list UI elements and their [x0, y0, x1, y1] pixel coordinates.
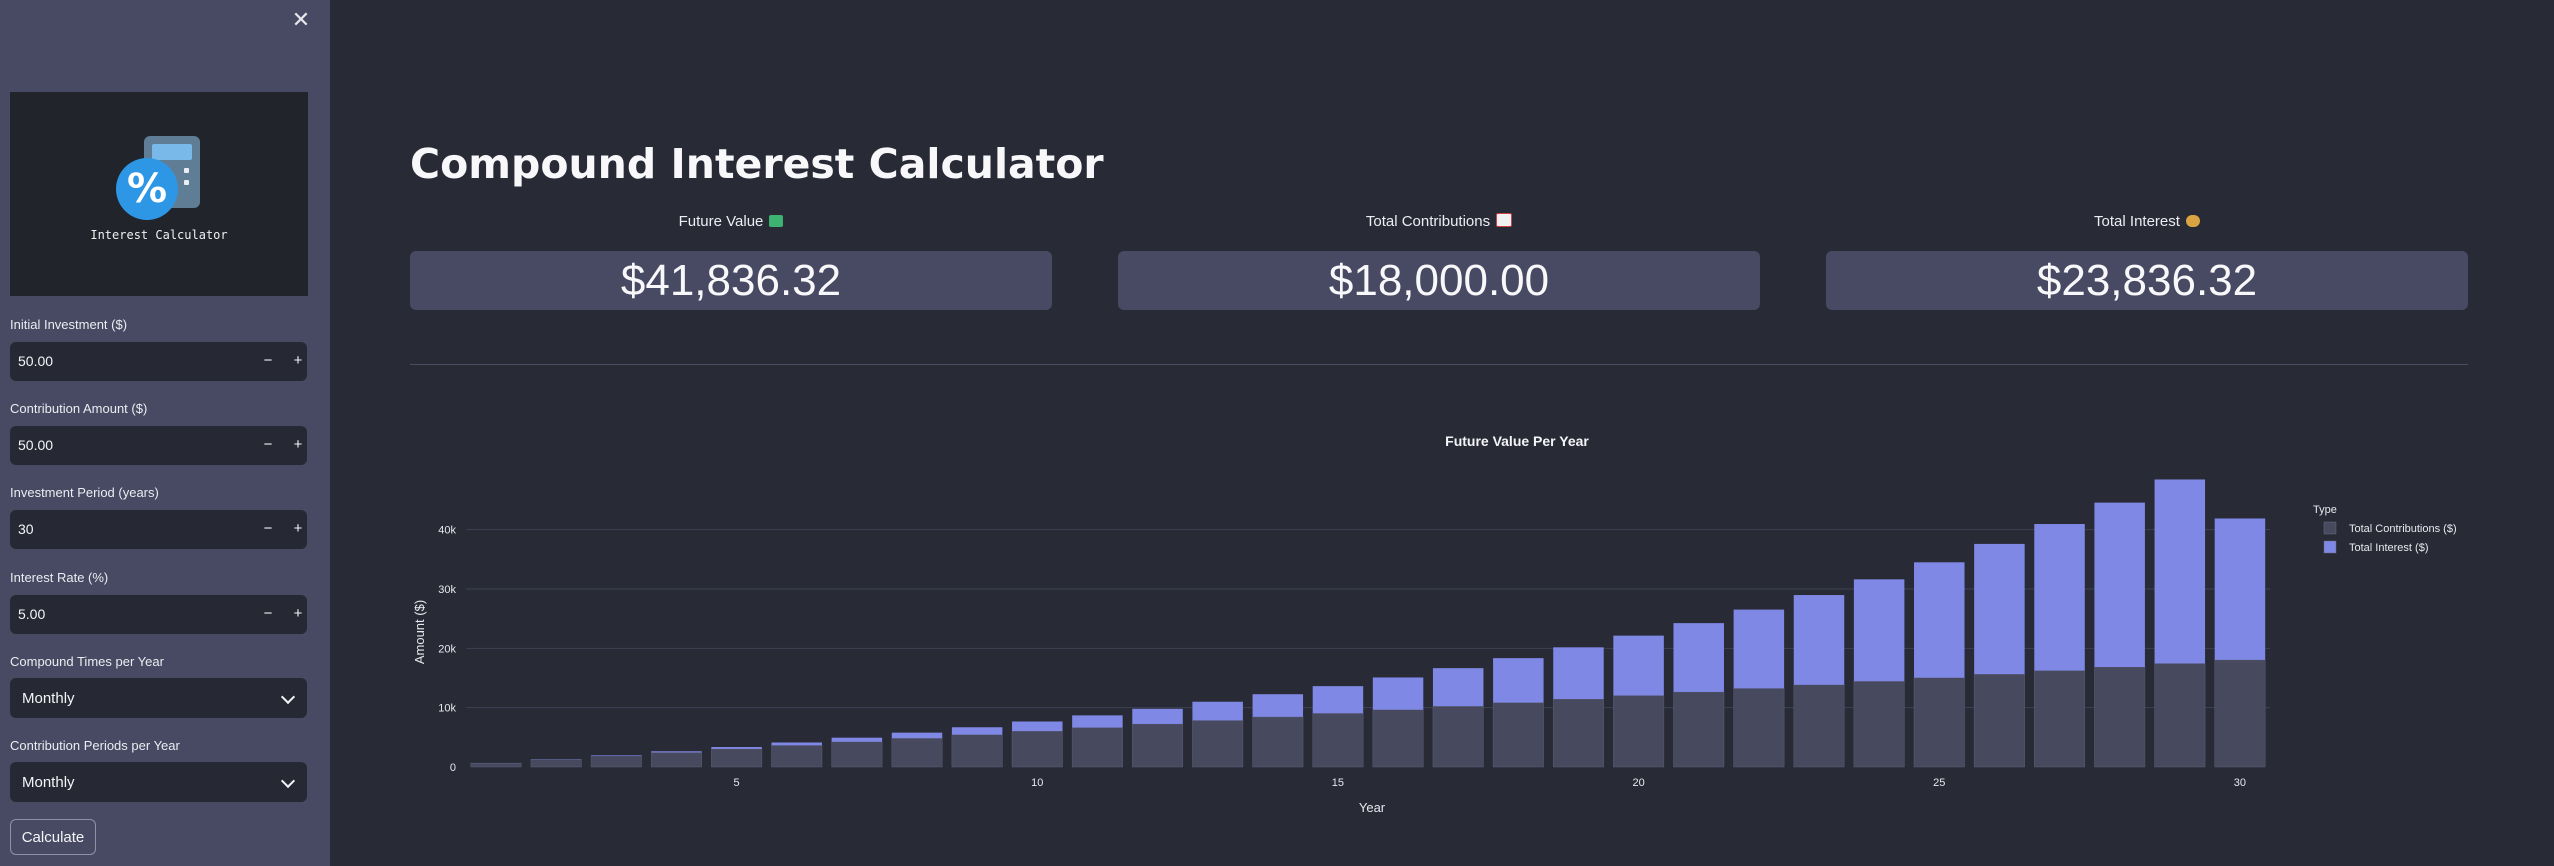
bar-interest[interactable]	[891, 732, 943, 739]
y-tick-label: 40k	[438, 525, 456, 537]
bar-interest[interactable]	[1853, 579, 1905, 682]
x-tick-label: 10	[1031, 777, 1043, 789]
bar-interest[interactable]	[1914, 562, 1965, 678]
bar-contributions[interactable]	[1733, 688, 1785, 768]
bar-interest[interactable]	[2214, 518, 2266, 660]
bar-interest[interactable]	[711, 747, 762, 749]
bar-contributions[interactable]	[1252, 716, 1304, 768]
bar-contributions[interactable]	[470, 762, 522, 768]
x-axis-label: Year	[1359, 800, 1386, 815]
bar-interest[interactable]	[771, 742, 822, 746]
y-tick-label: 0	[450, 762, 456, 774]
bar-contributions[interactable]	[1071, 727, 1123, 768]
bar-interest[interactable]	[1793, 595, 1845, 685]
bar-contributions[interactable]	[2034, 670, 2086, 768]
bar-interest[interactable]	[2094, 502, 2145, 668]
legend-swatch[interactable]	[2323, 521, 2337, 535]
bar-interest[interactable]	[1372, 677, 1424, 710]
bar-contributions[interactable]	[1793, 684, 1845, 768]
bar-interest[interactable]	[1432, 668, 1484, 707]
x-tick-label: 5	[734, 777, 740, 789]
bar-interest[interactable]	[591, 755, 642, 757]
bar-interest[interactable]	[2034, 524, 2085, 671]
bar-contributions[interactable]	[1613, 695, 1665, 768]
bar-contributions[interactable]	[1132, 723, 1184, 768]
x-tick-label: 20	[1632, 777, 1644, 789]
bar-interest[interactable]	[1012, 721, 1063, 732]
legend-label[interactable]: Total Contributions ($)	[2349, 523, 2457, 535]
future-value-chart: Future Value Per Year Year Amount ($) 0 1…	[412, 433, 2457, 815]
chart-title: Future Value Per Year	[1445, 433, 1589, 449]
bar-contributions[interactable]	[1372, 709, 1424, 768]
bar-interest[interactable]	[831, 737, 883, 742]
bar-contributions[interactable]	[530, 759, 582, 768]
y-tick-label: 20k	[438, 643, 456, 655]
bar-contributions[interactable]	[831, 741, 883, 768]
bar-contributions[interactable]	[1492, 702, 1544, 768]
legend-title: Type	[2313, 504, 2337, 516]
bar-interest[interactable]	[1132, 708, 1183, 724]
bar-contributions[interactable]	[1913, 677, 1965, 768]
bar-contributions[interactable]	[891, 737, 943, 768]
x-tick-label: 30	[2234, 777, 2246, 789]
bar-interest[interactable]	[1613, 635, 1664, 696]
x-tick-label: 25	[1933, 777, 1945, 789]
bar-contributions[interactable]	[650, 752, 702, 768]
x-tick-label: 15	[1332, 777, 1344, 789]
bar-contributions[interactable]	[1973, 673, 2025, 768]
bar-interest[interactable]	[1192, 701, 1243, 721]
bar-contributions[interactable]	[2094, 666, 2146, 768]
bar-interest[interactable]	[1252, 694, 1304, 717]
bar-interest[interactable]	[1673, 623, 1724, 692]
bar-interest[interactable]	[1553, 647, 1604, 700]
bar-interest[interactable]	[1072, 715, 1123, 728]
y-tick-label: 10k	[438, 703, 456, 715]
bar-interest[interactable]	[2154, 479, 2206, 664]
bar-contributions[interactable]	[2214, 659, 2266, 768]
bar-contributions[interactable]	[1011, 730, 1063, 768]
bar-contributions[interactable]	[1673, 691, 1725, 768]
bar-contributions[interactable]	[1432, 705, 1484, 768]
bar-contributions[interactable]	[2154, 663, 2206, 768]
bar-interest[interactable]	[1974, 543, 2025, 675]
bar-contributions[interactable]	[1312, 713, 1364, 768]
bar-contributions[interactable]	[1552, 698, 1604, 768]
bar-interest[interactable]	[1733, 609, 1785, 689]
y-axis-label: Amount ($)	[412, 600, 427, 664]
bar-contributions[interactable]	[590, 755, 642, 768]
bar-interest[interactable]	[951, 727, 1003, 735]
legend-label[interactable]: Total Interest ($)	[2349, 542, 2428, 554]
bar-interest[interactable]	[1493, 658, 1544, 703]
bar-contributions[interactable]	[1853, 681, 1905, 768]
bar-contributions[interactable]	[771, 745, 823, 768]
legend-swatch[interactable]	[2323, 540, 2337, 554]
bar-contributions[interactable]	[711, 748, 763, 768]
bar-contributions[interactable]	[951, 734, 1003, 768]
bar-interest[interactable]	[1312, 686, 1364, 714]
bar-interest[interactable]	[651, 751, 702, 753]
bar-contributions[interactable]	[1192, 720, 1244, 768]
y-tick-label: 30k	[438, 584, 456, 596]
